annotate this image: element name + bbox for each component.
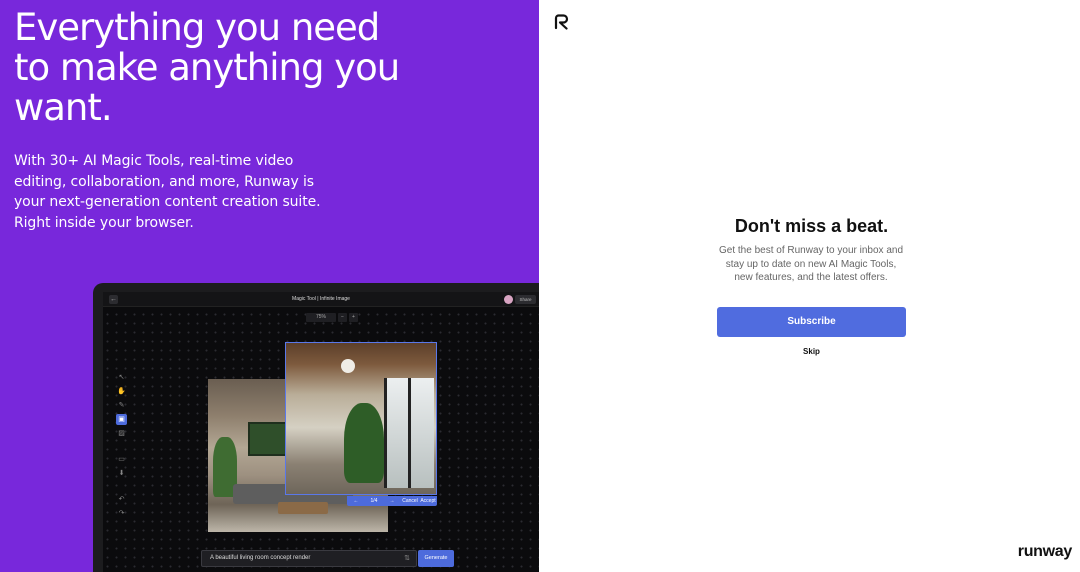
prompt-text: A beautiful living room concept render (210, 555, 311, 561)
download-icon: ⬇ (118, 470, 125, 477)
redo-icon: ↷ (118, 510, 125, 517)
prompt-input: A beautiful living room concept render ⇅ (201, 550, 417, 567)
zoom-level: 75% (306, 313, 336, 322)
generate-button: Generate (418, 550, 454, 567)
avatar (504, 295, 513, 304)
generation-action-bar: ← 1/4 → Cancel Accept (347, 496, 437, 506)
app-topbar: ← Magic Tool | Infinite Image Share (103, 292, 539, 307)
hero-subtext: With 30+ AI Magic Tools, real-time video… (14, 153, 321, 231)
image-tool-icon: ▨ (118, 430, 125, 437)
subscribe-button[interactable]: Subscribe (717, 307, 906, 337)
laptop-mockup: ← Magic Tool | Infinite Image Share 75% … (93, 283, 539, 572)
app-preview-screen: ← Magic Tool | Infinite Image Share 75% … (103, 292, 539, 572)
zoom-control: 75% − + (306, 313, 358, 322)
zoom-in-icon: + (349, 313, 358, 322)
accept-button: Accept (420, 498, 436, 504)
hand-tool-icon: ✋ (117, 388, 126, 395)
cancel-button: Cancel (402, 498, 418, 504)
signup-panel: Don't miss a beat. Get the best of Runwa… (539, 0, 1080, 572)
folder-icon: ▭ (118, 456, 125, 463)
select-tool-icon: ↖ (118, 374, 125, 381)
frame-tool-icon: ▣ (116, 414, 127, 425)
runway-logo-icon (554, 14, 569, 30)
generated-extension-frame (285, 342, 437, 495)
next-arrow-icon: → (389, 498, 395, 504)
modal-title: Don't miss a beat. (734, 216, 889, 236)
zoom-out-icon: − (338, 313, 347, 322)
tool-sidebar: ↖ ✋ ✎ ▣ ▨ ▭ ⬇ ↶ ↷ (116, 372, 127, 522)
variation-counter: 1/4 (370, 498, 378, 504)
runway-wordmark: runway (1017, 543, 1073, 560)
settings-sliders-icon: ⇅ (404, 555, 410, 562)
undo-icon: ↶ (118, 496, 125, 503)
hero-panel: Everything you need to make anything you… (0, 0, 539, 572)
skip-link[interactable]: Skip (789, 347, 834, 356)
tool-title: Magic Tool | Infinite Image (292, 296, 350, 302)
hero-headline: Everything you need to make anything you… (14, 6, 400, 129)
brush-tool-icon: ✎ (118, 402, 125, 409)
modal-description: Get the best of Runway to your inbox and… (719, 245, 903, 283)
previous-arrow-icon: ← (353, 498, 359, 504)
share-button: Share (515, 295, 536, 304)
